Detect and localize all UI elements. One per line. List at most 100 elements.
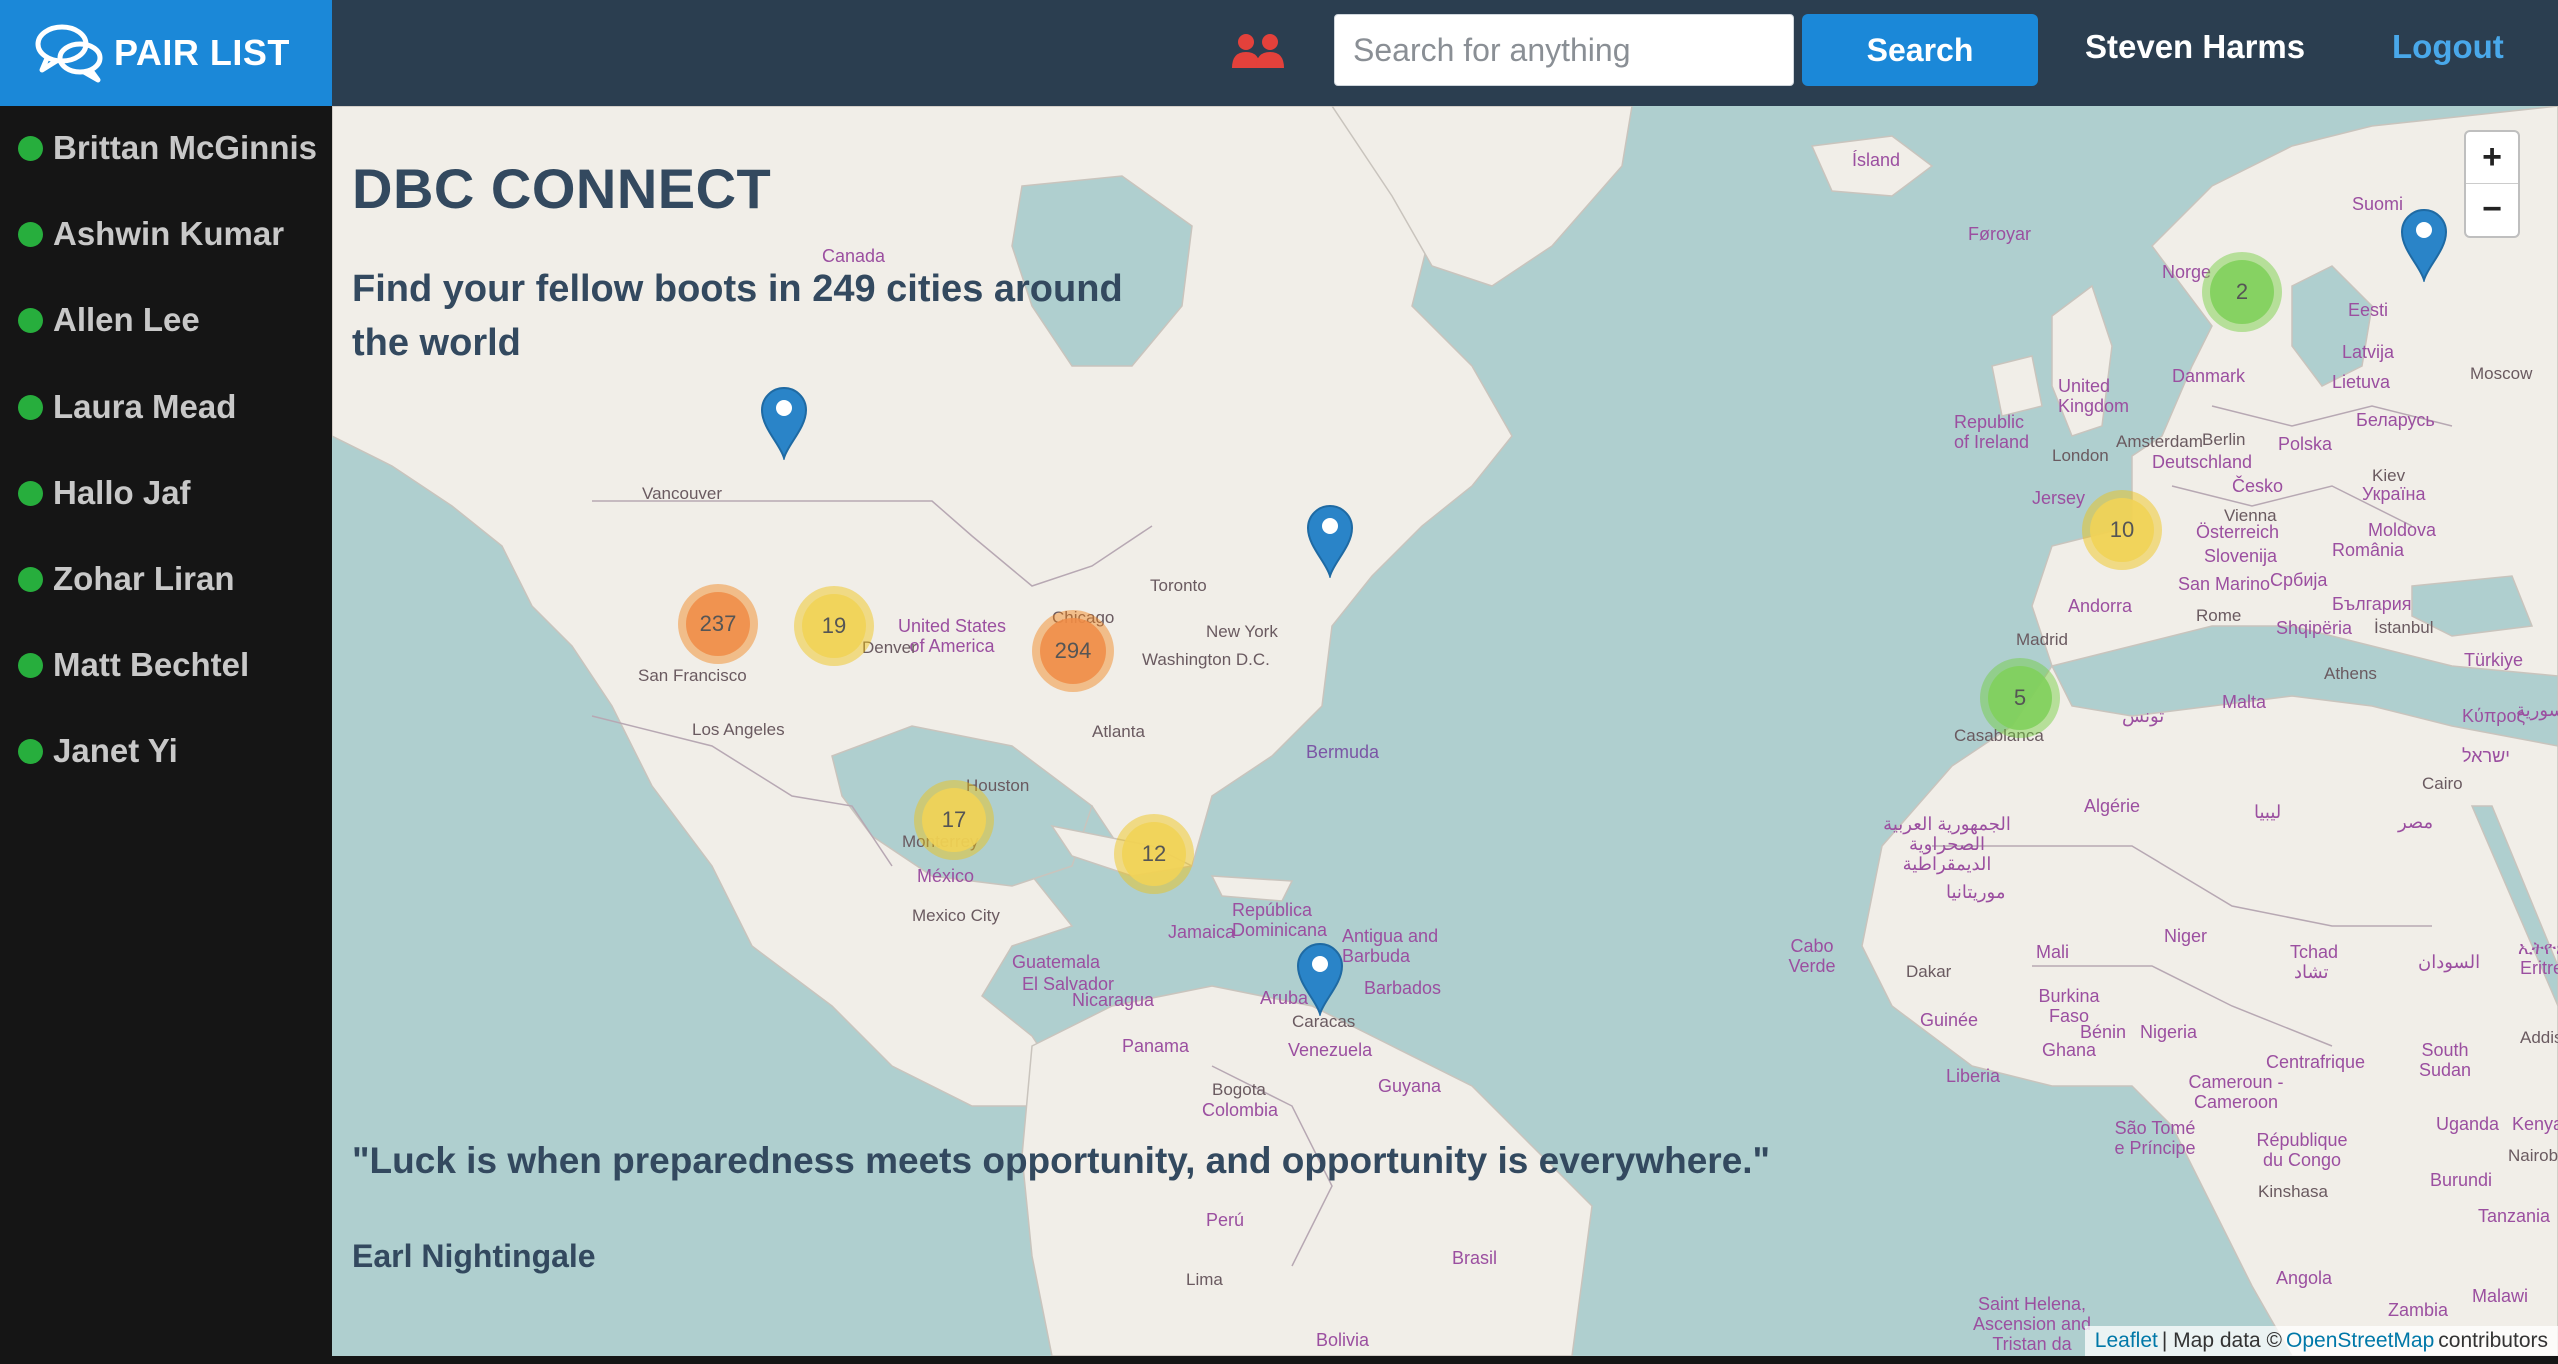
map-label: Cameroun - Cameroon <box>2188 1072 2284 1112</box>
sidebar-user-item[interactable]: Zohar Liran <box>18 555 235 603</box>
map-label: Lietuva <box>2332 372 2391 392</box>
map-cluster-marker[interactable]: 294 <box>1032 610 1114 692</box>
map-label: Danmark <box>2172 366 2246 386</box>
sidebar-user-item[interactable]: Hallo Jaf <box>18 469 191 517</box>
map-label: Mexico City <box>912 906 1000 925</box>
world-map[interactable]: Canada United States of America México V… <box>332 106 2558 1356</box>
map-label: Shqipëria <box>2276 618 2353 638</box>
map-label: Jersey <box>2032 488 2086 508</box>
map-label: Беларусь <box>2356 410 2435 430</box>
map-label: Latvija <box>2342 342 2395 362</box>
sidebar-user-item[interactable]: Janet Yi <box>18 727 178 775</box>
map-pin-icon[interactable] <box>2398 206 2450 282</box>
map-label: Österreich <box>2196 522 2280 542</box>
zoom-in-button[interactable]: + <box>2466 132 2518 184</box>
map-label: Moscow <box>2470 364 2533 383</box>
map-label: Uganda <box>2436 1114 2500 1134</box>
map-label: Angola <box>2276 1268 2333 1288</box>
sidebar-user-item[interactable]: Laura Mead <box>18 383 236 431</box>
map-label: ישראל <box>2462 746 2510 766</box>
map-label: New York <box>1206 622 1278 641</box>
map-label: Bogota <box>1212 1080 1266 1099</box>
map-label: İstanbul <box>2374 618 2434 637</box>
chat-bubbles-icon <box>35 24 103 83</box>
zoom-out-button[interactable]: − <box>2466 184 2518 235</box>
sidebar-user-name: Laura Mead <box>53 388 237 425</box>
cluster-count: 12 <box>1122 822 1186 886</box>
map-label: Algérie <box>2084 796 2141 816</box>
map-label: تونس <box>2122 706 2165 726</box>
map-label: Athens <box>2324 664 2377 683</box>
sidebar-user-name: Brittan McGinnis <box>53 129 318 166</box>
map-label: Jamaica <box>1168 922 1236 942</box>
map-label: سورية <box>2516 700 2558 720</box>
cluster-count: 19 <box>802 594 866 658</box>
map-label: Amsterdam <box>2116 432 2203 451</box>
openstreetmap-link[interactable]: OpenStreetMap <box>2286 1329 2434 1353</box>
attribution-contributors: contributors <box>2438 1329 2548 1352</box>
sidebar-user-item[interactable]: Allen Lee <box>18 296 200 344</box>
map-label: Andorra <box>2068 596 2133 616</box>
leaflet-link[interactable]: Leaflet <box>2095 1329 2158 1353</box>
sidebar-user-name: Allen Lee <box>53 301 200 338</box>
online-status-dot <box>18 307 43 333</box>
map-cluster-marker[interactable]: 2 <box>2202 252 2282 332</box>
sidebar-user-name: Ashwin Kumar <box>53 215 285 252</box>
map-label: Los Angeles <box>692 720 785 739</box>
map-label: Niger <box>2164 926 2208 946</box>
map-label: London <box>2052 446 2109 465</box>
page-subtitle: Find your fellow boots in 249 cities aro… <box>352 268 1123 364</box>
map-label: Србија <box>2270 570 2328 590</box>
map-pin-icon[interactable] <box>1294 940 1346 1016</box>
online-status-dot <box>18 221 43 247</box>
current-user-name[interactable]: Steven Harms <box>2085 28 2305 66</box>
search-input[interactable] <box>1334 14 1794 86</box>
sidebar-user-name: Janet Yi <box>53 732 178 769</box>
map-pin-icon[interactable] <box>758 384 810 460</box>
cluster-count: 5 <box>1988 666 2052 730</box>
map-cluster-marker[interactable]: 12 <box>1114 814 1194 894</box>
map-label: Bermuda <box>1306 742 1380 762</box>
users-icon[interactable] <box>1232 32 1286 70</box>
map-label: Venezuela <box>1288 1040 1373 1060</box>
map-label: Polska <box>2278 434 2333 454</box>
map-label: Kinshasa <box>2258 1182 2328 1201</box>
map-cluster-marker[interactable]: 5 <box>1980 658 2060 738</box>
map-cluster-marker[interactable]: 10 <box>2082 490 2162 570</box>
map-label: République du Congo <box>2256 1130 2348 1170</box>
map-label: Saint Helena, Ascension and Tristan da C… <box>1972 1294 2092 1356</box>
map-label: Guyana <box>1378 1076 1442 1096</box>
map-pin-icon[interactable] <box>1304 502 1356 578</box>
logout-link[interactable]: Logout <box>2392 28 2504 66</box>
map-label: موريتانيا <box>1946 882 2006 902</box>
cluster-count: 10 <box>2090 498 2154 562</box>
map-label: Zambia <box>2388 1300 2449 1320</box>
map-label: San Francisco <box>638 666 747 685</box>
cluster-count: 2 <box>2210 260 2274 324</box>
sidebar-user-item[interactable]: Matt Bechtel <box>18 641 249 689</box>
map-cluster-marker[interactable]: 17 <box>914 780 994 860</box>
map-label: Nigeria <box>2140 1022 2198 1042</box>
map-label: Centrafrique <box>2266 1052 2366 1072</box>
map-label: Kenya <box>2512 1114 2558 1134</box>
online-status-dot <box>18 135 43 161</box>
search-button[interactable]: Search <box>1802 14 2038 86</box>
map-label: Tchad <box>2290 942 2339 962</box>
map-label: Nairobi <box>2508 1146 2558 1165</box>
map-cluster-marker[interactable]: 237 <box>678 584 758 664</box>
map-label: Burundi <box>2430 1170 2493 1190</box>
attribution-separator: | Map data © <box>2161 1329 2283 1352</box>
map-label: Bolivia <box>1316 1330 1370 1350</box>
map-label: Slovenija <box>2204 546 2278 566</box>
map-label: Guinée <box>1920 1010 1979 1030</box>
sidebar-user-item[interactable]: Ashwin Kumar <box>18 210 284 258</box>
online-status-dot <box>18 480 43 506</box>
map-label: South Sudan <box>2418 1040 2472 1080</box>
map-label: Vancouver <box>642 484 723 503</box>
map-attribution: Leaflet | Map data © OpenStreetMap contr… <box>2084 1326 2558 1356</box>
sidebar-user-item[interactable]: Brittan McGinnis <box>18 124 317 172</box>
map-label: Toronto <box>1150 576 1207 595</box>
brand-logo[interactable]: PAIR LIST <box>0 0 332 106</box>
cluster-count: 237 <box>686 592 750 656</box>
map-cluster-marker[interactable]: 19 <box>794 586 874 666</box>
